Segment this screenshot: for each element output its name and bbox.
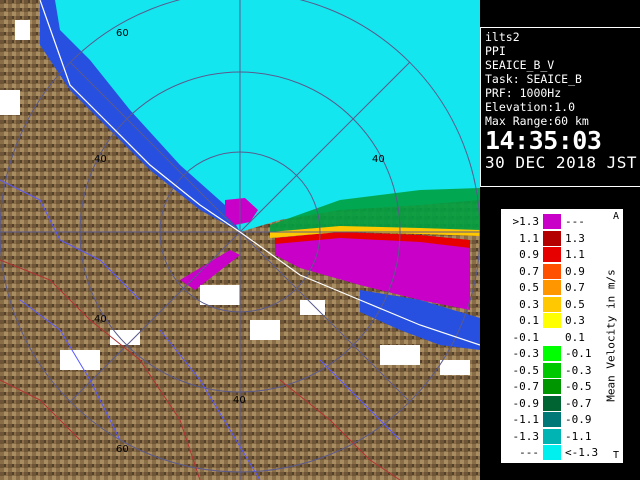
legend-high-label: <-1.3 bbox=[565, 446, 599, 459]
legend-low-label: -0.5 bbox=[512, 363, 540, 377]
legend-high-label: -0.1 bbox=[565, 347, 592, 360]
range-label-40-right: 40 bbox=[372, 154, 385, 165]
legend-row: -0.5 -0.3 bbox=[501, 362, 601, 379]
legend-low-label: -1.3 bbox=[512, 429, 540, 443]
legend-high-label: 1.3 bbox=[565, 231, 585, 245]
radar-ppi-display: 60 40 40 40 40 60 bbox=[0, 0, 480, 480]
velocity-legend: >1.3 --- 1.1 1.3 0.9 1.1 0.7 0.9 0.5 0.7 0.3 0.5 0.1… bbox=[500, 208, 624, 464]
legend-row: --- <-1.3 bbox=[501, 445, 601, 461]
legend-swatch bbox=[543, 329, 561, 345]
legend-high-label: 0.9 bbox=[565, 264, 585, 278]
legend-swatch bbox=[543, 412, 561, 427]
legend-high-label: 1.1 bbox=[565, 248, 585, 261]
radar-info-panel: ilts2 PPI SEAICE_B_V Task: SEAICE_B PRF:… bbox=[480, 27, 640, 187]
legend-low-label: 0.3 bbox=[519, 297, 539, 311]
legend-low-label: -1.1 bbox=[512, 413, 540, 426]
legend-low-label: 0.1 bbox=[519, 314, 539, 327]
legend-row: 0.7 0.9 bbox=[501, 263, 601, 280]
legend-row: -1.3 -1.1 bbox=[501, 428, 601, 445]
parameter-name: SEAICE_B_V bbox=[485, 58, 555, 72]
legend-row: -0.9 -0.7 bbox=[501, 395, 601, 412]
legend-low-label: -0.9 bbox=[512, 396, 540, 410]
legend-swatch bbox=[543, 395, 561, 411]
legend-row: 1.1 1.3 bbox=[501, 230, 601, 247]
site-name: ilts2 bbox=[485, 30, 520, 44]
legend-high-label: 0.5 bbox=[565, 297, 585, 311]
range-label-40-left: 40 bbox=[94, 154, 107, 165]
legend-row: -1.1 -0.9 bbox=[501, 412, 601, 428]
range-label-60-top: 60 bbox=[116, 28, 129, 39]
legend-high-label: 0.7 bbox=[565, 281, 585, 294]
legend-high-label: -0.3 bbox=[565, 363, 592, 377]
legend-swatch bbox=[543, 362, 561, 378]
product-type: PPI bbox=[485, 44, 506, 58]
legend-row: 0.5 0.7 bbox=[501, 280, 601, 296]
legend-top-marker: A bbox=[612, 211, 619, 222]
legend-low-label: -0.1 bbox=[512, 330, 540, 344]
legend-swatch bbox=[543, 445, 561, 460]
legend-low-label: >1.3 bbox=[512, 215, 540, 228]
legend-high-label: -1.1 bbox=[565, 429, 592, 443]
legend-high-label: -0.7 bbox=[565, 396, 592, 410]
legend-high-label: 0.1 bbox=[565, 330, 585, 344]
legend-row: 0.1 0.3 bbox=[501, 313, 601, 329]
legend-high-label: -0.9 bbox=[565, 413, 592, 426]
legend-low-label: -0.7 bbox=[512, 380, 540, 393]
legend-swatch bbox=[543, 346, 561, 361]
range-label-40-bottom: 40 bbox=[233, 395, 246, 406]
legend-title: Mean Velocity in m/s bbox=[604, 269, 618, 402]
legend-swatch bbox=[543, 296, 561, 312]
range-label-40-lowleft: 40 bbox=[94, 314, 107, 325]
legend-low-label: 0.9 bbox=[519, 248, 539, 261]
legend-low-label: --- bbox=[519, 446, 539, 459]
scan-date: 30 DEC 2018 JST bbox=[485, 153, 637, 172]
legend-low-label: 0.7 bbox=[519, 264, 539, 278]
prf-value: PRF: 1000Hz bbox=[485, 86, 562, 100]
range-label-60-bottom: 60 bbox=[116, 444, 129, 455]
elevation-value: Elevation:1.0 bbox=[485, 100, 576, 114]
legend-row: -0.3 -0.1 bbox=[501, 346, 601, 362]
legend-swatch bbox=[543, 313, 561, 328]
legend-high-label: --- bbox=[565, 215, 585, 228]
legend-swatch bbox=[543, 230, 561, 246]
legend-row: -0.7 -0.5 bbox=[501, 379, 601, 395]
legend-swatch bbox=[543, 428, 561, 444]
scan-time: 14:35:03 bbox=[485, 126, 602, 155]
legend-low-label: -0.3 bbox=[512, 347, 540, 360]
legend-swatch bbox=[543, 214, 561, 229]
task-name: Task: SEAICE_B bbox=[485, 72, 582, 86]
legend-low-label: 0.5 bbox=[519, 281, 539, 294]
legend-high-label: 0.3 bbox=[565, 314, 585, 327]
legend-swatch bbox=[543, 280, 561, 295]
legend-row: 0.3 0.5 bbox=[501, 296, 601, 313]
legend-row: -0.1 0.1 bbox=[501, 329, 601, 346]
legend-row: >1.3 --- bbox=[501, 214, 601, 230]
legend-low-label: 1.1 bbox=[519, 231, 539, 245]
legend-swatch bbox=[543, 263, 561, 279]
legend-swatch bbox=[543, 379, 561, 394]
legend-high-label: -0.5 bbox=[565, 380, 592, 393]
legend-row: 0.9 1.1 bbox=[501, 247, 601, 263]
legend-bottom-marker: T bbox=[612, 450, 619, 461]
legend-swatch bbox=[543, 247, 561, 262]
